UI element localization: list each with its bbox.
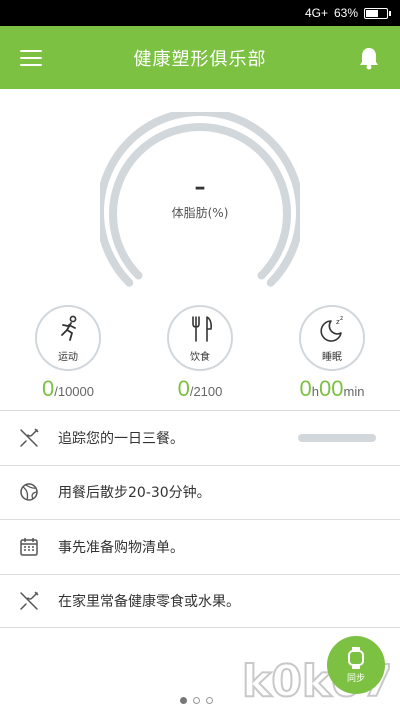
diet-current: 0	[177, 376, 190, 401]
list-item-meals[interactable]: 追踪您的一日三餐。	[0, 410, 400, 465]
sync-button-label: 同步	[346, 674, 365, 684]
stat-sleep-label: 睡眠	[322, 352, 342, 363]
page-dot-2[interactable]	[193, 697, 200, 704]
stat-sleep-value: 0h00min	[272, 376, 392, 402]
svg-text:z: z	[340, 315, 343, 322]
exercise-circle[interactable]: 运动	[35, 305, 101, 371]
bell-icon[interactable]	[358, 46, 380, 70]
page-title: 健康塑形俱乐部	[133, 48, 267, 70]
app-header: 健康塑形俱乐部	[0, 26, 400, 89]
fork-knife-icon	[20, 428, 39, 447]
network-indicator: 4G+	[304, 6, 328, 20]
calendar-icon	[20, 537, 38, 556]
page-dot-1[interactable]	[180, 697, 187, 704]
stat-exercise[interactable]: 运动 0/10000	[8, 305, 128, 402]
list-item-walk[interactable]: 用餐后散步20-30分钟。	[0, 464, 400, 520]
list-item-text: 用餐后散步20-30分钟。	[58, 485, 211, 502]
exercise-current: 0	[41, 376, 55, 401]
diet-circle[interactable]: 饮食	[167, 305, 233, 371]
sleep-minutes-unit: min	[343, 384, 365, 399]
stat-exercise-value: 0/10000	[8, 376, 128, 402]
sleep-circle[interactable]: z z 睡眠	[299, 305, 365, 371]
sleep-hours-unit: h	[311, 384, 320, 399]
battery-level	[366, 9, 378, 17]
gauge-value: –	[194, 175, 206, 200]
stat-diet-value: 0/2100	[140, 376, 260, 402]
sync-button[interactable]: 同步	[327, 636, 385, 694]
ball-icon	[20, 483, 38, 501]
list-item-text: 事先准备购物清单。	[58, 539, 184, 556]
list-item-text: 追踪您的一日三餐。	[58, 430, 184, 447]
battery-icon	[364, 7, 391, 19]
fork-knife-icon	[192, 316, 212, 342]
exercise-target: /10000	[54, 384, 94, 399]
hamburger-menu-icon[interactable]	[20, 50, 42, 66]
sleep-hours: 0	[299, 376, 312, 401]
sleep-minutes: 00	[319, 376, 344, 401]
battery-percent: 63%	[333, 6, 358, 20]
list-item-text: 在家里常备健康零食或水果。	[58, 593, 240, 610]
tips-list: 追踪您的一日三餐。 用餐后散步20-30分钟。 事先准备购物清单。 在家里常备健…	[0, 410, 400, 628]
gauge-label: 体脂肪(%)	[171, 206, 229, 220]
stat-diet[interactable]: 饮食 0/2100	[140, 305, 260, 402]
status-bar: 4G+ 63%	[0, 0, 400, 26]
list-item-shopping[interactable]: 事先准备购物清单。	[0, 519, 400, 574]
diet-target: /2100	[189, 384, 223, 399]
fork-knife-icon	[20, 591, 39, 610]
page-dot-3[interactable]	[206, 697, 213, 704]
page-indicator	[180, 697, 213, 704]
stat-exercise-label: 运动	[58, 352, 78, 363]
watch-icon	[348, 647, 364, 669]
list-item-snacks[interactable]: 在家里常备健康零食或水果。	[0, 573, 400, 628]
meal-progress-bar	[298, 434, 376, 442]
stat-sleep[interactable]: z z 睡眠 0h00min	[272, 305, 392, 402]
stat-diet-label: 饮食	[190, 352, 210, 363]
moon-zzz-icon: z z	[320, 315, 343, 342]
running-person-icon	[61, 315, 77, 341]
